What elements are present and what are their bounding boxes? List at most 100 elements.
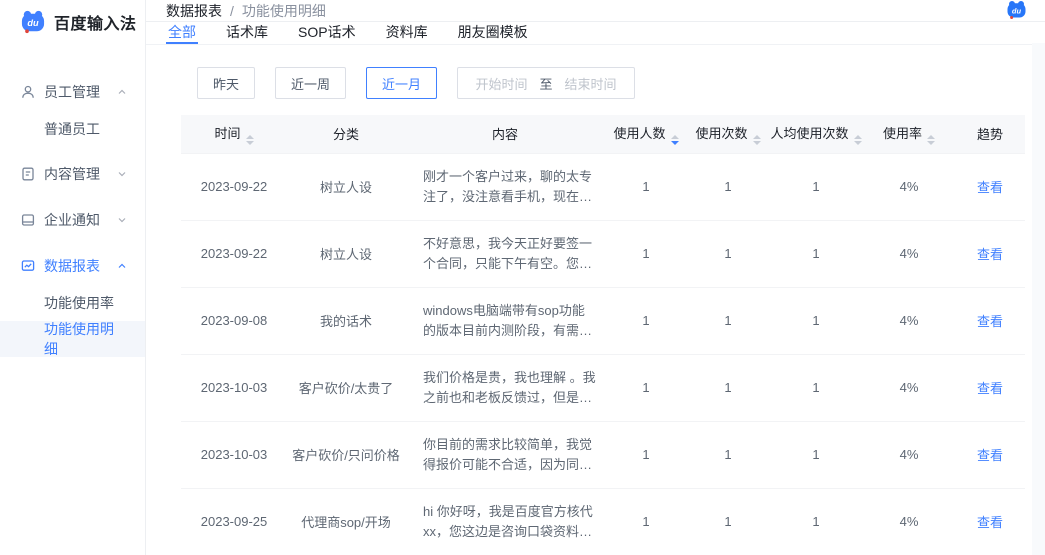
view-link[interactable]: 查看 <box>977 247 1003 262</box>
filter-yesterday-button[interactable]: 昨天 <box>197 67 255 99</box>
cell-time: 2023-10-03 <box>181 354 287 421</box>
cell-content: 我们价格是贵，我也理解 。我之前也和老板反馈过，但是后来... <box>405 354 605 421</box>
sidebar-item-data-report[interactable]: 数据报表 <box>0 247 145 285</box>
view-link[interactable]: 查看 <box>977 381 1003 396</box>
sidebar-item-feature-usage-detail[interactable]: 功能使用明细 <box>0 321 145 357</box>
table-header-row: 时间 分类 内容 使用人数 使用次数 <box>181 115 1025 153</box>
column-header-time[interactable]: 时间 <box>181 115 287 153</box>
filter-last-week-button[interactable]: 近一周 <box>275 67 346 99</box>
sidebar-subitem-label: 功能使用明细 <box>44 319 127 359</box>
breadcrumb-separator: / <box>230 3 234 19</box>
sidebar-item-label: 企业通知 <box>44 210 117 230</box>
cell-usage-rate: 4% <box>863 354 955 421</box>
cell-category: 我的话术 <box>287 287 405 354</box>
cell-use-count: 1 <box>687 220 769 287</box>
cell-category: 树立人设 <box>287 153 405 220</box>
view-link[interactable]: 查看 <box>977 314 1003 329</box>
usage-detail-table: 时间 分类 内容 使用人数 使用次数 <box>181 115 1025 555</box>
chevron-down-icon <box>117 215 127 225</box>
end-date-placeholder: 结束时间 <box>565 74 617 93</box>
tab-moments-template[interactable]: 朋友圈模板 <box>456 22 530 44</box>
cell-avg-count: 1 <box>769 354 863 421</box>
cell-category: 客户砍价/太贵了 <box>287 354 405 421</box>
cell-category: 客户砍价/只问价格 <box>287 421 405 488</box>
cell-use-count: 1 <box>687 421 769 488</box>
date-range-separator: 至 <box>540 74 553 93</box>
cell-usage-rate: 4% <box>863 153 955 220</box>
sidebar: du 百度输入法 员工管理 普通员工 <box>0 0 146 555</box>
column-header-content: 内容 <box>405 115 605 153</box>
date-range-picker[interactable]: 开始时间 至 结束时间 <box>457 67 635 99</box>
report-icon <box>20 258 36 274</box>
column-header-users[interactable]: 使用人数 <box>605 115 687 153</box>
cell-usage-rate: 4% <box>863 287 955 354</box>
tab-sop-script[interactable]: SOP话术 <box>296 22 358 44</box>
cell-use-count: 1 <box>687 153 769 220</box>
brand-name: 百度输入法 <box>54 10 137 34</box>
cell-use-count: 1 <box>687 287 769 354</box>
tab-script-library[interactable]: 话术库 <box>224 22 270 44</box>
content-panel: 昨天 近一周 近一月 开始时间 至 结束时间 <box>146 45 1045 555</box>
cell-time: 2023-10-03 <box>181 421 287 488</box>
document-icon <box>20 166 36 182</box>
chevron-up-icon <box>117 87 127 97</box>
sidebar-item-feature-usage-rate[interactable]: 功能使用率 <box>0 285 145 321</box>
sort-icon-desc-active <box>671 135 679 145</box>
cell-use-count: 1 <box>687 488 769 555</box>
cell-trend: 查看 <box>955 421 1025 488</box>
cell-users: 1 <box>605 421 687 488</box>
sidebar-item-regular-employee[interactable]: 普通员工 <box>0 111 145 147</box>
cell-avg-count: 1 <box>769 153 863 220</box>
cell-content: hi 你好呀，我是百度官方核代xx，您这边是咨询口袋资料库这... <box>405 488 605 555</box>
cell-avg-count: 1 <box>769 488 863 555</box>
table-row: 2023-10-03 客户砍价/只问价格 你目前的需求比较简单，我觉得报价可能不… <box>181 421 1025 488</box>
view-link[interactable]: 查看 <box>977 180 1003 195</box>
sort-icon <box>246 135 254 145</box>
tab-material-library[interactable]: 资料库 <box>384 22 430 44</box>
cell-category: 树立人设 <box>287 220 405 287</box>
table-row: 2023-09-25 代理商sop/开场 hi 你好呀，我是百度官方核代xx，您… <box>181 488 1025 555</box>
user-avatar-du-icon[interactable]: du <box>1006 0 1027 21</box>
cell-time: 2023-09-08 <box>181 287 287 354</box>
column-header-use-count[interactable]: 使用次数 <box>687 115 769 153</box>
category-tabbar: 全部 话术库 SOP话术 资料库 朋友圈模板 <box>146 22 1045 45</box>
cell-trend: 查看 <box>955 287 1025 354</box>
scrollbar-track[interactable] <box>1032 43 1045 555</box>
cell-users: 1 <box>605 153 687 220</box>
table-row: 2023-09-08 我的话术 windows电脑端带有sop功能的版本目前内测… <box>181 287 1025 354</box>
sidebar-subitem-label: 功能使用率 <box>44 293 114 313</box>
column-header-category: 分类 <box>287 115 405 153</box>
view-link[interactable]: 查看 <box>977 515 1003 530</box>
table-row: 2023-09-22 树立人设 不好意思，我今天正好要签一个合同，只能下午有空。… <box>181 220 1025 287</box>
column-header-avg-count[interactable]: 人均使用次数 <box>769 115 863 153</box>
cell-trend: 查看 <box>955 153 1025 220</box>
table-row: 2023-10-03 客户砍价/太贵了 我们价格是贵，我也理解 。我之前也和老板… <box>181 354 1025 421</box>
sidebar-item-enterprise-notice[interactable]: 企业通知 <box>0 201 145 239</box>
start-date-placeholder: 开始时间 <box>476 74 528 93</box>
view-link[interactable]: 查看 <box>977 448 1003 463</box>
sidebar-item-content-management[interactable]: 内容管理 <box>0 155 145 193</box>
cell-users: 1 <box>605 287 687 354</box>
breadcrumb: 数据报表 / 功能使用明细 <box>166 1 326 21</box>
cell-users: 1 <box>605 488 687 555</box>
main-area: 数据报表 / 功能使用明细 du 全部 话术库 SOP话术 资料库 <box>146 0 1045 555</box>
cell-avg-count: 1 <box>769 287 863 354</box>
column-header-usage-rate[interactable]: 使用率 <box>863 115 955 153</box>
sidebar-item-label: 内容管理 <box>44 164 117 184</box>
sidebar-item-employee-management[interactable]: 员工管理 <box>0 73 145 111</box>
filter-last-month-button[interactable]: 近一月 <box>366 67 437 99</box>
cell-content: 刚才一个客户过来，聊的太专注了，没注意看手机，现在才回... <box>405 153 605 220</box>
time-filters: 昨天 近一周 近一月 开始时间 至 结束时间 <box>197 67 1025 99</box>
breadcrumb-section[interactable]: 数据报表 <box>166 1 222 21</box>
chevron-up-icon <box>117 261 127 271</box>
tab-all[interactable]: 全部 <box>166 22 198 44</box>
table-row: 2023-09-22 树立人设 刚才一个客户过来，聊的太专注了，没注意看手机，现… <box>181 153 1025 220</box>
cell-usage-rate: 4% <box>863 421 955 488</box>
cell-content: 不好意思，我今天正好要签一个合同，只能下午有空。您下午... <box>405 220 605 287</box>
sidebar-item-label: 员工管理 <box>44 82 117 102</box>
sidebar-nav: 员工管理 普通员工 内容管理 <box>0 43 145 357</box>
cell-trend: 查看 <box>955 488 1025 555</box>
breadcrumb-current: 功能使用明细 <box>242 1 326 21</box>
cell-avg-count: 1 <box>769 421 863 488</box>
cell-use-count: 1 <box>687 354 769 421</box>
